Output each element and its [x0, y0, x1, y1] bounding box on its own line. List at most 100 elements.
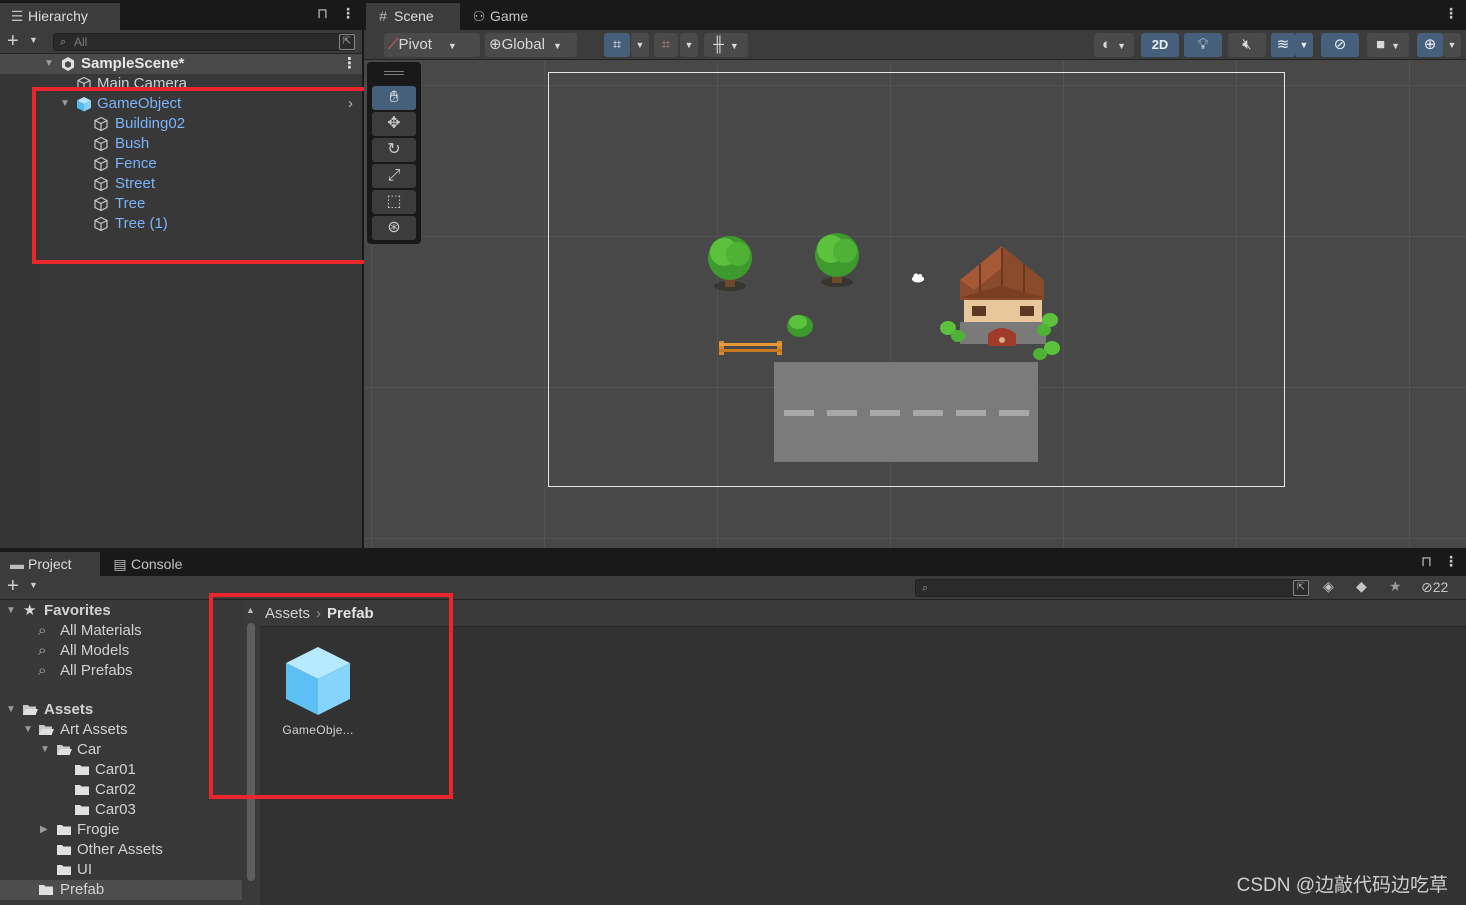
hand-tool-button[interactable]: ✋︎: [372, 86, 416, 110]
search-filter-icon[interactable]: ⇱: [1293, 580, 1309, 596]
chevron-down-icon[interactable]: ▼: [29, 580, 38, 590]
tab-hierarchy[interactable]: ☰ Hierarchy: [0, 3, 120, 30]
fence-sprite[interactable]: [717, 337, 787, 357]
camera-dropdown[interactable]: ■ ▼: [1367, 33, 1409, 57]
grid-visibility-dropdown[interactable]: ╫ ▼: [704, 33, 748, 57]
tree-prefab[interactable]: Prefab: [0, 880, 242, 900]
search-by-label-icon[interactable]: ◆: [1356, 578, 1367, 595]
global-label: Global: [501, 36, 545, 53]
tab-project[interactable]: ▬ Project: [0, 552, 100, 576]
scroll-thumb[interactable]: [247, 623, 255, 881]
grid-snap-dropdown[interactable]: ▼: [631, 33, 649, 57]
tree-sprite[interactable]: [694, 226, 774, 306]
chevron-down-icon[interactable]: ▼: [29, 35, 38, 45]
favorite-star-icon[interactable]: ★: [1389, 578, 1402, 595]
tree-other-assets[interactable]: Other Assets: [0, 840, 242, 860]
kebab-menu-icon[interactable]: ⋮: [1444, 553, 1458, 570]
tree-car01[interactable]: Car01: [0, 760, 242, 780]
search-by-type-icon[interactable]: ◈: [1323, 578, 1334, 595]
pivot-dropdown[interactable]: ⟋Pivot ▼: [384, 33, 480, 57]
tab-scene[interactable]: # Scene: [366, 3, 460, 30]
tree-assets[interactable]: ▼ Assets: [0, 700, 242, 720]
scroll-up-icon[interactable]: ▲: [246, 605, 255, 615]
tree-favorites[interactable]: ▼ ★ Favorites: [0, 601, 242, 621]
scene-row[interactable]: ▼ SampleScene* ⋮: [0, 54, 362, 74]
tab-scene-label: Scene: [394, 8, 434, 24]
tree-scrollbar[interactable]: ▲: [243, 601, 259, 905]
audio-mute-icon: 🔇︎: [1242, 36, 1252, 53]
breadcrumb-prefab[interactable]: Prefab: [327, 605, 374, 622]
breadcrumb-assets[interactable]: Assets: [265, 605, 310, 622]
tree-art-assets[interactable]: ▼ Art Assets: [0, 720, 242, 740]
hierarchy-item-tree[interactable]: Tree: [0, 194, 362, 214]
effects-dropdown[interactable]: ▼: [1295, 33, 1313, 57]
mode-2d-toggle[interactable]: 2D: [1141, 33, 1179, 57]
tree-all-prefabs[interactable]: ⌕ All Prefabs: [0, 661, 242, 681]
increment-snap-dropdown[interactable]: ▼: [680, 33, 698, 57]
tree-frogie[interactable]: ▶ Frogie: [0, 820, 242, 840]
hierarchy-item-main-camera[interactable]: Main Camera: [0, 74, 362, 88]
project-search-input[interactable]: ⌕: [915, 579, 1309, 597]
rect-tool-button[interactable]: ⬚: [372, 190, 416, 214]
hierarchy-item-gameobject[interactable]: ▼ GameObject ›: [0, 94, 362, 114]
chevron-down-icon: ▼: [1447, 40, 1457, 50]
increment-snap-button[interactable]: ⌗: [654, 33, 678, 57]
scene-menu-icon[interactable]: ⋮: [342, 54, 357, 74]
bush-sprite[interactable]: [784, 309, 816, 339]
fold-arrow-icon[interactable]: ▼: [23, 720, 33, 740]
fold-arrow-icon[interactable]: ▼: [40, 740, 50, 760]
move-tool-button[interactable]: ✥: [372, 112, 416, 136]
kebab-menu-icon[interactable]: ⋮: [1444, 5, 1458, 22]
global-dropdown[interactable]: ⊕Global ▼: [485, 33, 577, 57]
hidden-packages-toggle[interactable]: ⊘22: [1421, 579, 1448, 596]
lighting-toggle[interactable]: 💡︎: [1184, 33, 1222, 57]
scale-tool-button[interactable]: ⤢: [372, 164, 416, 188]
fold-arrow-icon[interactable]: ▼: [6, 700, 16, 720]
chevron-down-icon: ▼: [729, 41, 739, 51]
hierarchy-search-input[interactable]: ⌕ All: [53, 33, 355, 51]
lock-icon[interactable]: ⊓: [1421, 553, 1432, 570]
create-plus-button[interactable]: +: [7, 576, 19, 596]
tree-1-sprite[interactable]: [801, 227, 871, 297]
transform-tool-button[interactable]: ⊛: [372, 216, 416, 240]
tree-car02[interactable]: Car02: [0, 780, 242, 800]
tab-game[interactable]: ⚇ Game: [462, 3, 542, 30]
search-filter-icon[interactable]: ⇱: [339, 34, 355, 50]
audio-toggle[interactable]: 🔇︎: [1228, 33, 1266, 57]
building02-sprite[interactable]: [940, 242, 1066, 362]
fold-arrow-right-icon[interactable]: ▶: [40, 820, 48, 840]
tree-all-models[interactable]: ⌕ All Models: [0, 641, 242, 661]
hierarchy-item-tree-1[interactable]: Tree (1): [0, 214, 362, 234]
tree-ui[interactable]: UI: [0, 860, 242, 880]
lock-icon[interactable]: ⊓: [317, 5, 328, 22]
scene-viewport[interactable]: ✋︎ ✥ ↻ ⤢ ⬚ ⊛: [364, 61, 1466, 548]
fold-arrow-icon[interactable]: ▼: [6, 601, 16, 621]
create-plus-button[interactable]: +: [7, 31, 19, 51]
hierarchy-item-fence[interactable]: Fence: [0, 154, 362, 174]
tree-car[interactable]: ▼ Car: [0, 740, 242, 760]
rotate-tool-button[interactable]: ↻: [372, 138, 416, 162]
tree-car03[interactable]: Car03: [0, 800, 242, 820]
list-icon: ☰: [10, 8, 24, 24]
fold-arrow-icon[interactable]: ▼: [44, 54, 54, 74]
tab-console[interactable]: ▤ Console: [103, 552, 203, 576]
hierarchy-item-building02[interactable]: Building02: [0, 114, 362, 134]
street-dash: [784, 410, 814, 416]
tree-label: Car03: [95, 801, 136, 818]
fold-arrow-icon[interactable]: ▼: [60, 94, 70, 114]
street-sprite[interactable]: [774, 362, 1038, 462]
palette-grip-handle[interactable]: [384, 71, 404, 75]
gizmos-dropdown[interactable]: ▼: [1443, 33, 1461, 57]
open-folder-icon: [39, 725, 54, 735]
gizmos-toggle[interactable]: ⊕: [1417, 33, 1443, 57]
kebab-menu-icon[interactable]: ⋮: [341, 5, 355, 22]
hierarchy-item-bush[interactable]: Bush: [0, 134, 362, 154]
asset-gameobject-prefab[interactable]: GameObje...: [278, 645, 358, 745]
hierarchy-item-street[interactable]: Street: [0, 174, 362, 194]
grid-snap-button[interactable]: ⌗: [604, 33, 630, 57]
draw-mode-dropdown[interactable]: ◐ ▼: [1094, 33, 1134, 57]
chevron-right-icon[interactable]: ›: [348, 94, 353, 114]
scene-visibility-toggle[interactable]: ⊘: [1321, 33, 1359, 57]
tree-all-materials[interactable]: ⌕ All Materials: [0, 621, 242, 641]
effects-toggle[interactable]: ≋: [1271, 33, 1295, 57]
